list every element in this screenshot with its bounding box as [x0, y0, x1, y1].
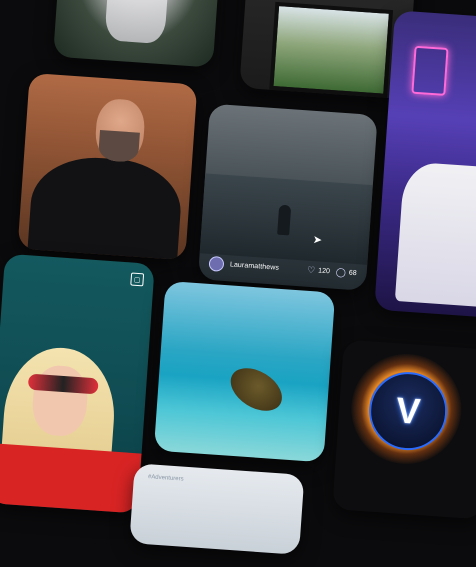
comment-count: 68	[348, 269, 357, 277]
girl-shirt	[0, 443, 142, 514]
photo-card-man[interactable]	[17, 72, 198, 261]
post-card-hand[interactable]: ➤ Lauramatthews ♡ 120 ◯ 68	[197, 103, 378, 291]
photo-card-bottom[interactable]: #Adventurers	[129, 463, 305, 555]
brand-logo: V	[347, 350, 466, 468]
logo-letter: V	[394, 389, 422, 432]
post-username[interactable]: Lauramatthews	[230, 261, 302, 273]
post-caption: #Adventurers	[147, 474, 184, 483]
tiger-image	[104, 0, 170, 45]
neon-sign	[411, 45, 449, 96]
photo-card-tiger[interactable]	[53, 0, 223, 68]
heart-icon[interactable]: ♡	[307, 264, 316, 276]
photo-card-girl[interactable]: ▢	[0, 253, 155, 514]
feed-collage: ▢ ➤ Lauramatthews ♡ 120 ◯ 68 #Adventurer…	[0, 0, 476, 555]
comment-icon[interactable]: ◯	[335, 266, 347, 278]
bookmark-icon[interactable]: ▢	[130, 272, 145, 287]
person-tshirt	[394, 161, 476, 309]
like-stat[interactable]: ♡ 120	[307, 264, 330, 277]
window-view	[269, 1, 394, 98]
comment-stat[interactable]: ◯ 68	[335, 266, 357, 278]
man-hoodie	[26, 153, 184, 261]
photo-card-turtle[interactable]	[153, 280, 336, 463]
turtle-image	[223, 359, 290, 420]
cursor-icon: ➤	[312, 234, 323, 247]
logo-card[interactable]: V	[332, 339, 476, 520]
like-count: 120	[317, 267, 331, 275]
hand-image	[277, 204, 292, 236]
avatar[interactable]	[208, 255, 225, 272]
